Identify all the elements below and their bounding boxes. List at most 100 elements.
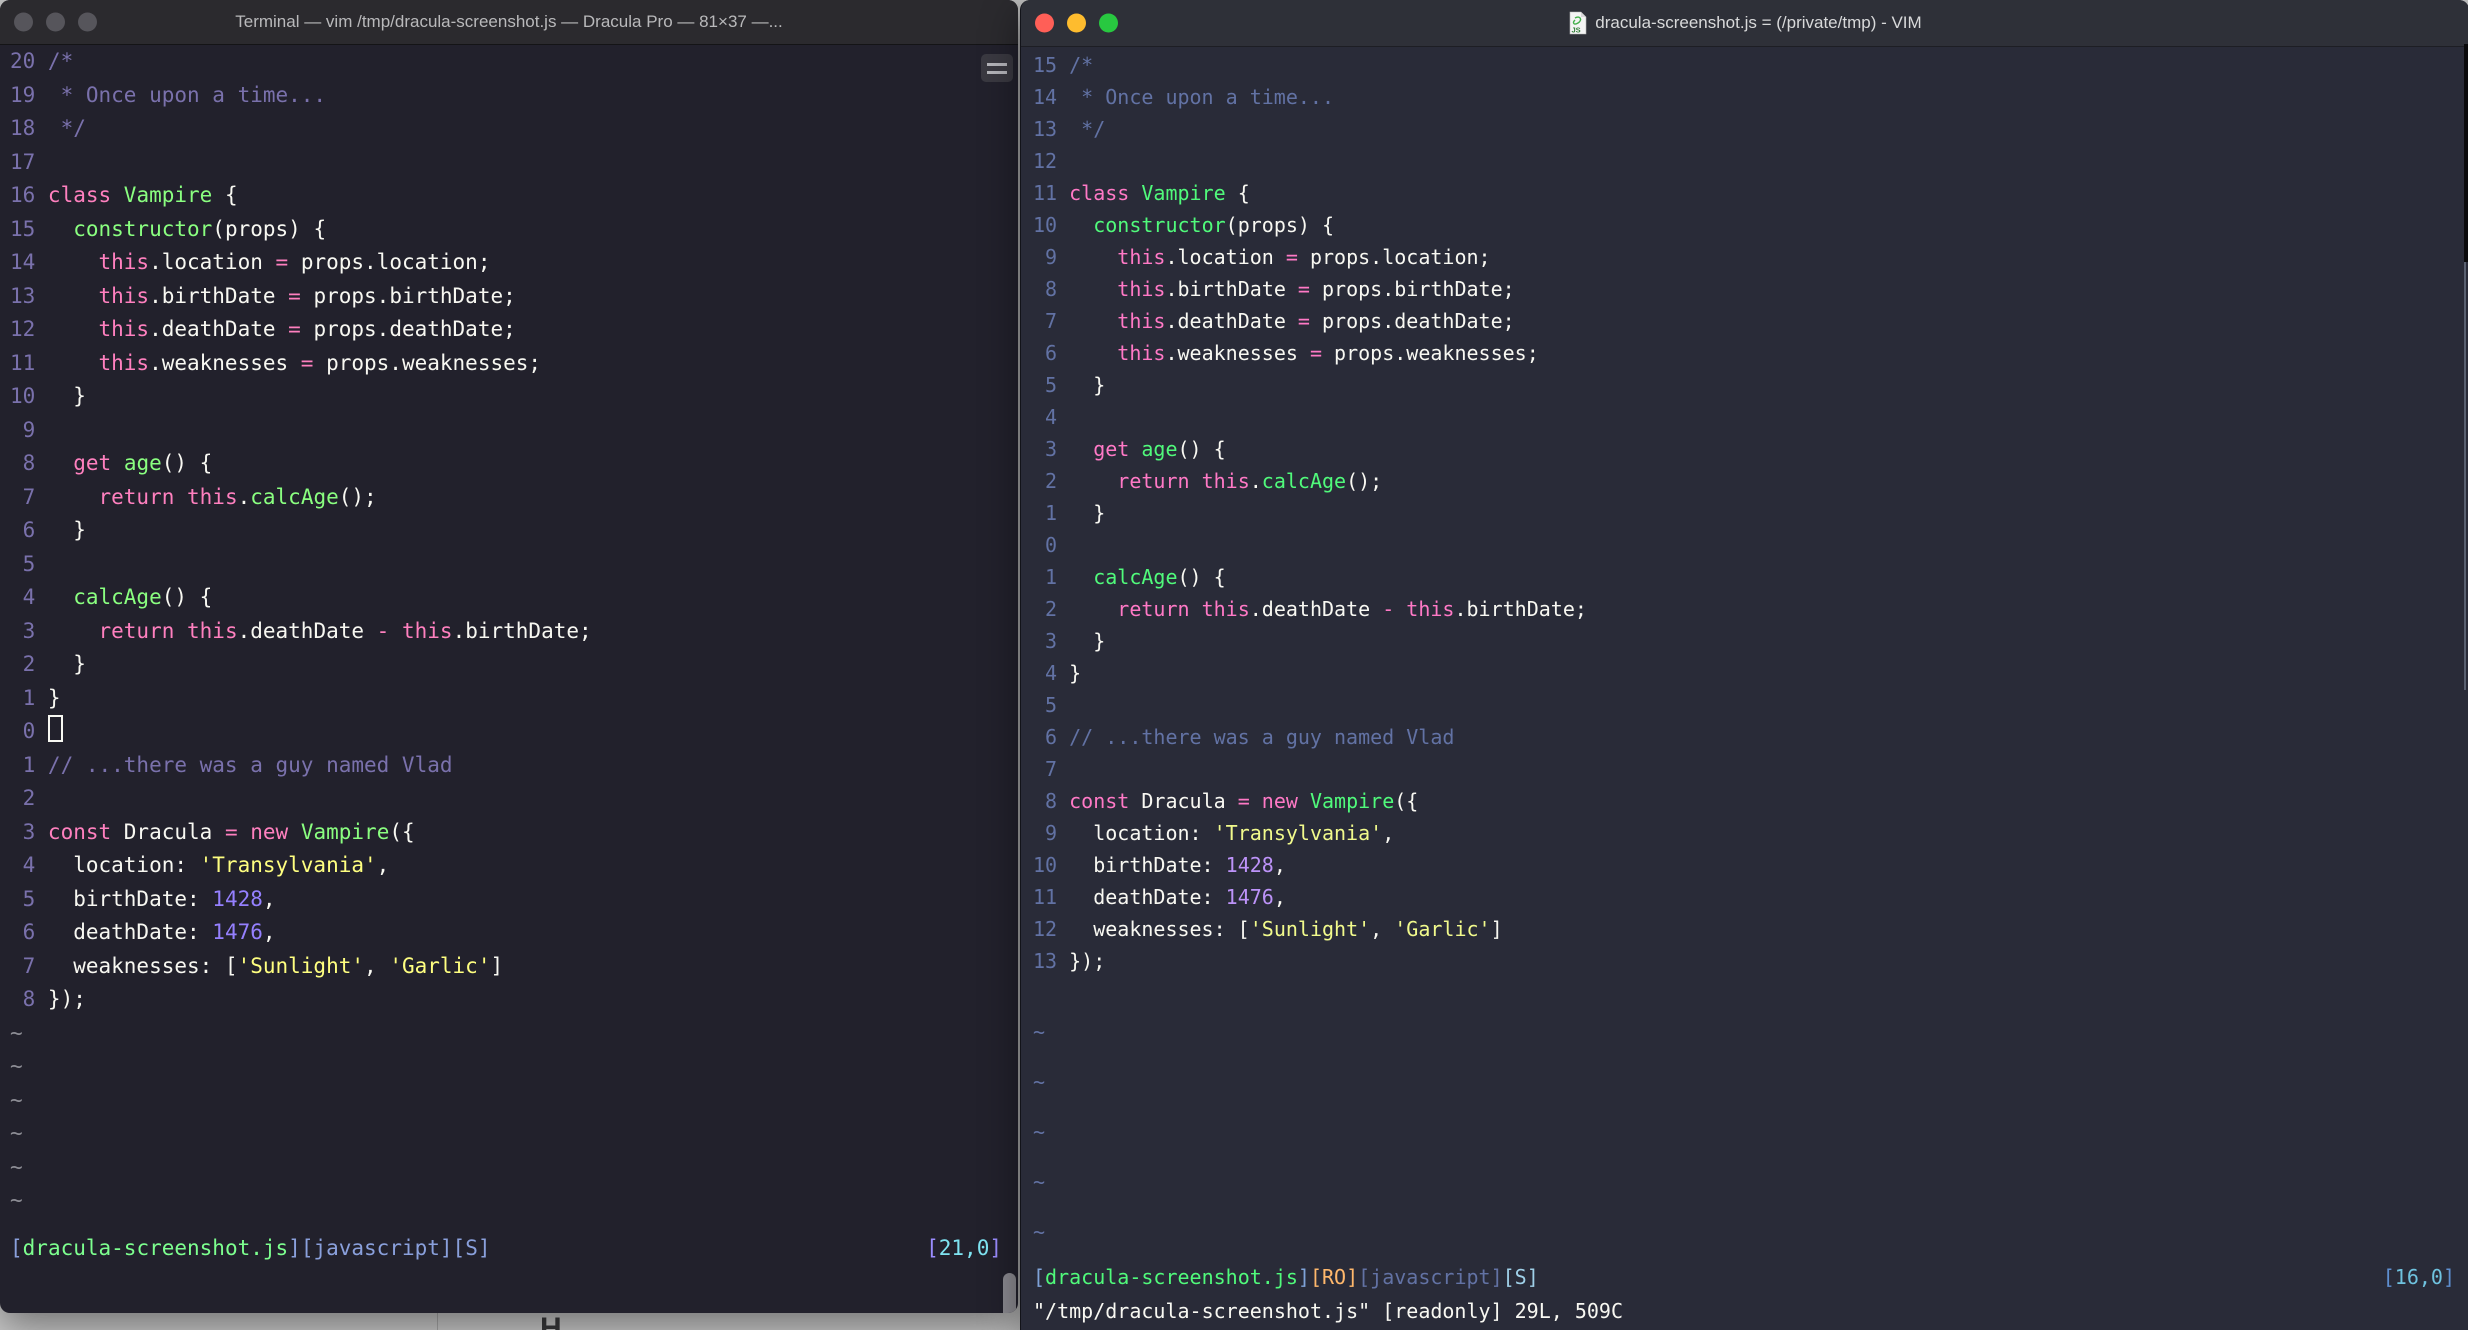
code-line[interactable]: 5 birthDate: 1428,: [10, 883, 1018, 917]
code-line[interactable]: 16 class Vampire {: [10, 179, 1018, 213]
code-line[interactable]: 3 const Dracula = new Vampire({: [10, 816, 1018, 850]
left-code-area[interactable]: 20/* 19 * Once upon a time... 18 */17 16 cla…: [10, 45, 1018, 1017]
code-line[interactable]: 9 this.location = props.location;: [1033, 241, 2468, 273]
right-code-area[interactable]: 15/* 14 * Once upon a time... 13 */12 11 cla…: [1033, 49, 2468, 977]
empty-line-tilde: ~: [1033, 1070, 1046, 1094]
code-line[interactable]: 4}: [1033, 657, 2468, 689]
empty-line-tilde: ~: [10, 1188, 23, 1212]
code-line[interactable]: 2 }: [10, 648, 1018, 682]
code-line[interactable]: 6 deathDate: 1476,: [10, 916, 1018, 950]
right-edge-shade: [2464, 44, 2468, 262]
code-line[interactable]: 11 class Vampire {: [1033, 177, 2468, 209]
empty-line-tilde: ~: [10, 1020, 23, 1045]
code-line[interactable]: 7 return this.calcAge();: [10, 481, 1018, 515]
right-tildes: ~ ~ ~ ~ ~: [1033, 1007, 2468, 1257]
code-line[interactable]: 3 }: [1033, 625, 2468, 657]
code-line[interactable]: 6// ...there was a guy named Vlad: [1033, 721, 2468, 753]
right-status-position: [16,0]: [2383, 1262, 2455, 1292]
code-line[interactable]: 12 weaknesses: ['Sunlight', 'Garlic']: [1033, 913, 2468, 945]
code-line[interactable]: 1 }: [1033, 497, 2468, 529]
code-line[interactable]: 0: [1033, 529, 2468, 561]
code-line[interactable]: 12: [1033, 145, 2468, 177]
code-line[interactable]: 10 constructor(props) {: [1033, 209, 2468, 241]
code-line[interactable]: 5 }: [1033, 369, 2468, 401]
code-line[interactable]: 8 this.birthDate = props.birthDate;: [1033, 273, 2468, 305]
close-button[interactable]: [14, 12, 33, 32]
terminal-window-title: Terminal — vim /tmp/dracula-screenshot.j…: [235, 12, 783, 31]
svg-text:JS: JS: [1572, 26, 1581, 35]
split-pane-button[interactable]: [981, 54, 1013, 82]
code-line[interactable]: 5: [10, 548, 1018, 582]
left-status-right: [21,0]: [926, 1235, 1002, 1260]
close-button[interactable]: [1035, 13, 1054, 33]
macvim-scrollbar-thumb[interactable]: [2464, 262, 2466, 690]
empty-line-tilde: ~: [1033, 1170, 1046, 1194]
code-line[interactable]: 20/*: [10, 45, 1018, 79]
left-vim-statusline: [dracula-screenshot.js][javascript][S] […: [10, 1232, 1018, 1266]
code-line[interactable]: 14 * Once upon a time...: [1033, 81, 2468, 113]
code-line[interactable]: 4 calcAge() {: [10, 581, 1018, 615]
code-line[interactable]: 1}: [10, 682, 1018, 716]
code-line[interactable]: 13 */: [1033, 113, 2468, 145]
code-line[interactable]: 0: [10, 715, 1018, 749]
empty-line-tilde: ~: [10, 1154, 23, 1179]
empty-line-tilde: ~: [1033, 1120, 1046, 1144]
code-line[interactable]: 1// ...there was a guy named Vlad: [10, 749, 1018, 783]
code-line[interactable]: 9 location: 'Transylvania',: [1033, 817, 2468, 849]
empty-line-tilde: ~: [1033, 1020, 1046, 1044]
macvim-window-controls: [1035, 13, 1118, 33]
vim-cursor: [47, 715, 63, 742]
code-line[interactable]: 10 birthDate: 1428,: [1033, 849, 2468, 881]
code-line[interactable]: 4 location: 'Transylvania',: [10, 849, 1018, 883]
code-line[interactable]: 6 this.weaknesses = props.weaknesses;: [1033, 337, 2468, 369]
code-line[interactable]: 7 weaknesses: ['Sunlight', 'Garlic']: [10, 950, 1018, 984]
code-line[interactable]: 11 this.weaknesses = props.weaknesses;: [10, 347, 1018, 381]
code-line[interactable]: 2: [10, 782, 1018, 816]
code-line[interactable]: 9: [10, 414, 1018, 448]
macvim-window-title: dracula-screenshot.js = (/private/tmp) -…: [1595, 13, 1922, 32]
code-line[interactable]: 7 this.deathDate = props.deathDate;: [1033, 305, 2468, 337]
right-status-file-info: [dracula-screenshot.js][RO][javascript][…: [1033, 1262, 1539, 1292]
code-line[interactable]: 8});: [10, 983, 1018, 1017]
empty-line-tilde: ~: [10, 1054, 23, 1078]
zoom-button[interactable]: [1099, 13, 1118, 33]
left-tildes: ~ ~ ~ ~ ~ ~: [10, 1017, 1018, 1218]
code-line[interactable]: 2 return this.deathDate - this.birthDate…: [1033, 593, 2468, 625]
code-line[interactable]: 19 * Once upon a time...: [10, 79, 1018, 113]
empty-line-tilde: ~: [1033, 1220, 1046, 1244]
code-line[interactable]: 1 calcAge() {: [1033, 561, 2468, 593]
minimize-button[interactable]: [46, 12, 65, 32]
background-window-divider: [437, 1313, 438, 1330]
terminal-window: Terminal — vim /tmp/dracula-screenshot.j…: [0, 0, 1018, 1313]
zoom-button[interactable]: [78, 12, 97, 32]
code-line[interactable]: 10 }: [10, 380, 1018, 414]
code-line[interactable]: 3 get age() {: [1033, 433, 2468, 465]
right-vim-message-line: "/tmp/dracula-screenshot.js" [readonly] …: [1033, 1299, 1624, 1323]
minimize-button[interactable]: [1067, 13, 1086, 33]
code-line[interactable]: 15 constructor(props) {: [10, 213, 1018, 247]
code-line[interactable]: 13});: [1033, 945, 2468, 977]
terminal-titlebar[interactable]: Terminal — vim /tmp/dracula-screenshot.j…: [0, 0, 1018, 45]
code-line[interactable]: 13 this.birthDate = props.birthDate;: [10, 280, 1018, 314]
right-vim-statusline: [dracula-screenshot.js][RO][javascript][…: [1033, 1262, 2455, 1292]
code-line[interactable]: 2 return this.calcAge();: [1033, 465, 2468, 497]
code-line[interactable]: 11 deathDate: 1476,: [1033, 881, 2468, 913]
js-document-icon: JS: [1569, 11, 1587, 35]
code-line[interactable]: 8 const Dracula = new Vampire({: [1033, 785, 2468, 817]
code-line[interactable]: 8 get age() {: [10, 447, 1018, 481]
code-line[interactable]: 14 this.location = props.location;: [10, 246, 1018, 280]
code-line[interactable]: 6 }: [10, 514, 1018, 548]
code-line[interactable]: 5: [1033, 689, 2468, 721]
code-line[interactable]: 4: [1033, 401, 2468, 433]
code-line[interactable]: 17: [10, 146, 1018, 180]
terminal-scrollbar-thumb[interactable]: [1003, 1273, 1016, 1313]
macvim-titlebar[interactable]: JS dracula-screenshot.js = (/private/tmp…: [1021, 0, 2468, 47]
left-status-left: [dracula-screenshot.js][javascript][S]: [10, 1235, 491, 1260]
code-line[interactable]: 18 */: [10, 112, 1018, 146]
empty-line-tilde: ~: [10, 1121, 23, 1145]
empty-line-tilde: ~: [10, 1087, 23, 1112]
code-line[interactable]: 3 return this.deathDate - this.birthDate…: [10, 615, 1018, 649]
code-line[interactable]: 12 this.deathDate = props.deathDate;: [10, 313, 1018, 347]
code-line[interactable]: 7: [1033, 753, 2468, 785]
code-line[interactable]: 15/*: [1033, 49, 2468, 81]
